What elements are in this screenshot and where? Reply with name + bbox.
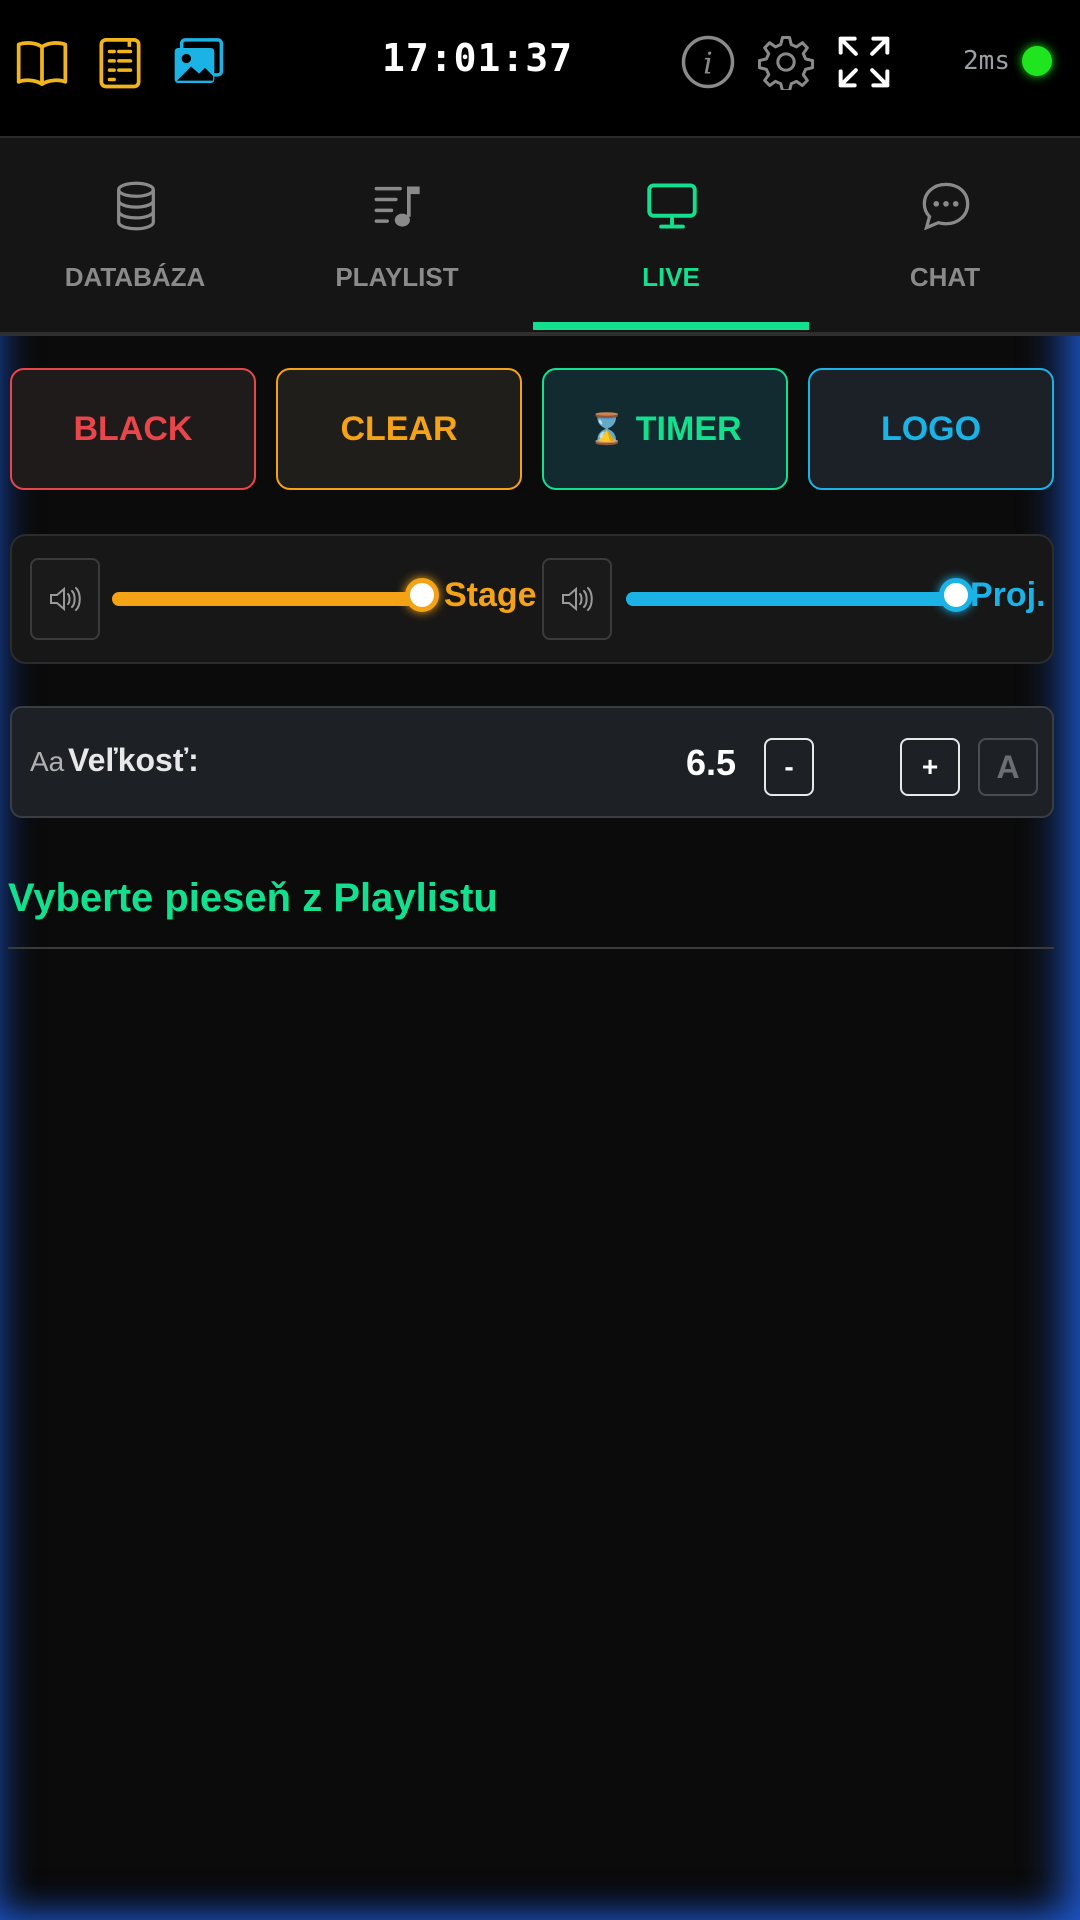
stage-volume-thumb[interactable] [405,578,439,612]
volume-panel: Stage Proj. [10,534,1054,664]
active-tab-indicator [533,322,809,330]
font-size-auto-button[interactable]: A [978,738,1038,796]
svg-text:i: i [703,47,713,82]
black-button[interactable]: BLACK [10,368,256,490]
book-icon[interactable] [14,34,70,90]
divider [8,947,1054,949]
speaker-icon [50,586,81,612]
tab-databaza[interactable]: DATABÁZA [0,138,270,332]
tab-playlist[interactable]: PLAYLIST [262,138,532,332]
top-bar: 17:01:37 i 2ms [0,0,1080,138]
tab-label: LIVE [642,262,700,292]
timer-button[interactable]: ⌛ TIMER [542,368,788,490]
tab-label: CHAT [909,262,981,292]
clock: 17:01:37 [381,36,574,80]
font-size-panel: Aa Veľkosť: - 6.5 + A [10,706,1054,818]
monitor-icon [646,180,698,232]
clear-button-label: CLEAR [340,409,458,448]
projector-volume-track[interactable] [626,592,956,606]
expand-icon[interactable] [836,34,892,90]
playlist-music-icon [372,180,424,232]
latency-readout: 2ms [963,46,1010,76]
main-tabs: DATABÁZA PLAYLIST LIVE CHAT [0,138,1080,336]
tab-label: PLAYLIST [335,262,459,292]
black-button-label: BLACK [73,409,193,448]
clear-button[interactable]: CLEAR [276,368,522,490]
logo-button[interactable]: LOGO [808,368,1054,490]
timer-button-label: TIMER [635,409,742,448]
connection-status-indicator [1022,46,1052,76]
stage-volume-track[interactable] [112,592,422,606]
chat-bubble-icon [920,180,972,232]
font-size-increase-button[interactable]: + [900,738,960,796]
gear-icon[interactable] [758,34,814,90]
projector-mute-button[interactable] [542,558,612,640]
stage-volume-label: Stage [444,576,537,614]
database-icon [110,180,162,232]
tab-live[interactable]: LIVE [536,138,806,332]
info-icon[interactable]: i [680,34,736,90]
font-size-label: Veľkosť: [68,742,199,778]
document-list-icon[interactable] [92,34,148,90]
logo-button-label: LOGO [880,409,982,448]
images-icon[interactable] [170,34,226,90]
speaker-icon [562,586,593,612]
projector-volume-label: Proj. [970,576,1046,614]
select-song-prompt: Vyberte pieseň z Playlistu [8,876,498,920]
stage-mute-button[interactable] [30,558,100,640]
font-size-icon: Aa [30,746,65,777]
tab-label: DATABÁZA [64,262,206,292]
tab-chat[interactable]: CHAT [810,138,1080,332]
font-size-value: 6.5 [685,742,737,783]
projector-volume-thumb[interactable] [939,578,973,612]
hourglass-icon: ⌛ [588,412,626,446]
font-size-decrease-button[interactable]: - [764,738,814,796]
